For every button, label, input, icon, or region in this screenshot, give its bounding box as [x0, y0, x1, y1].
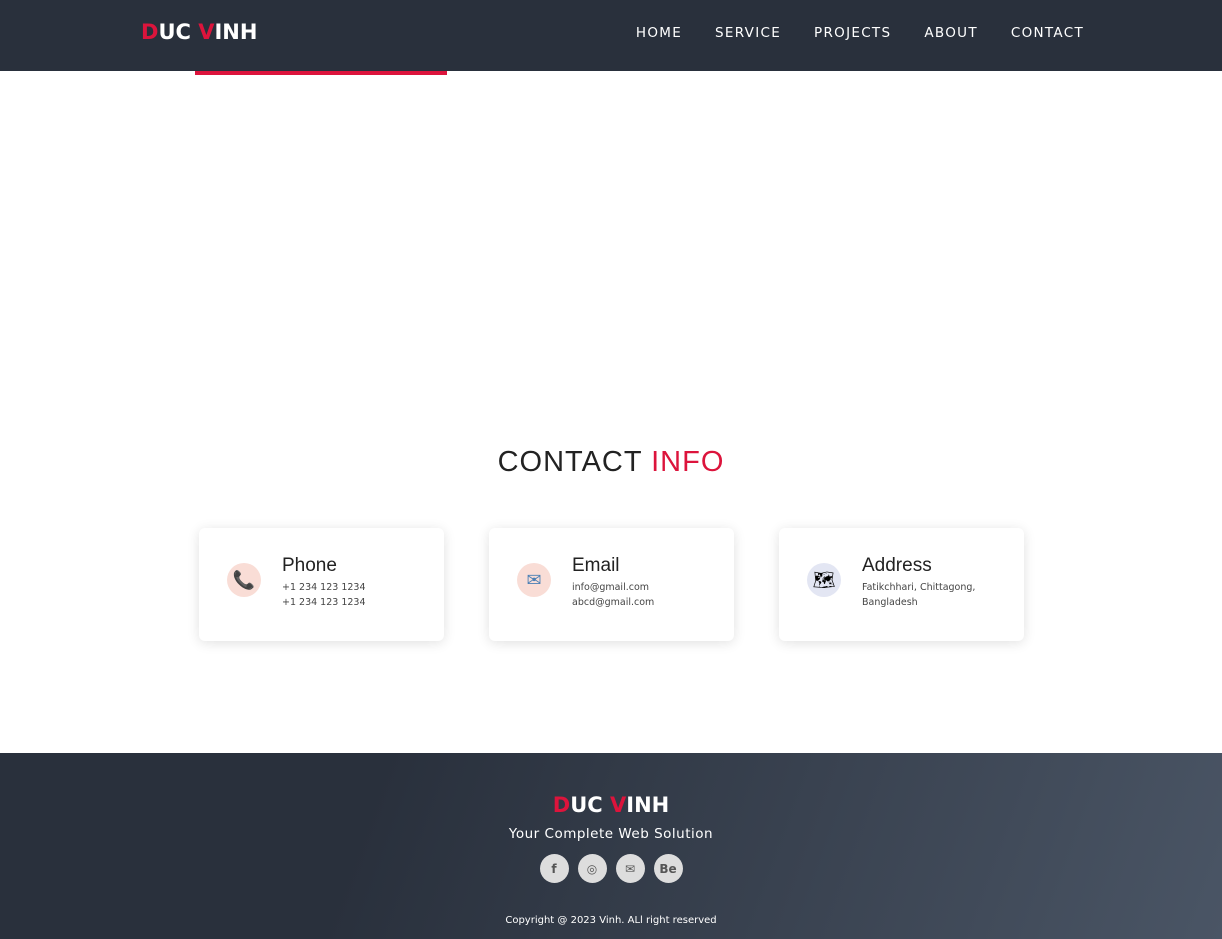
nav-service[interactable]: SERVICE — [715, 25, 781, 41]
nav-contact[interactable]: CONTACT — [1011, 25, 1084, 41]
copyright: Copyright @ 2023 Vinh. ALl right reserve… — [505, 915, 717, 926]
card-line[interactable]: abcd@gmail.com — [572, 595, 654, 610]
envelope-icon: ✉ — [517, 563, 551, 597]
address-card: 🗺 Address Fatikchhari, Chittagong, Banglad… — [779, 528, 1024, 641]
card-title: Address — [862, 555, 932, 576]
tagline: Your Complete Web Solution — [508, 826, 714, 842]
facebook-icon[interactable]: f — [539, 854, 569, 883]
card-line: Fatikchhari, Chittagong, — [862, 582, 976, 593]
behance-icon[interactable]: Be — [653, 854, 683, 883]
logo-initial: V — [609, 793, 627, 817]
map-icon: 🗺 — [807, 563, 841, 597]
section-title: CONTACT INFO — [0, 446, 1222, 479]
nav-home[interactable]: HOME — [636, 25, 682, 41]
logo-text: INH — [626, 793, 670, 817]
nav-about[interactable]: ABOUT — [924, 25, 978, 41]
card-title: Email — [572, 555, 620, 576]
mail-icon[interactable]: ✉ — [615, 854, 645, 883]
nav-projects[interactable]: PROJECTS — [814, 25, 891, 41]
email-card: ✉ Email info@gmail.com abcd@gmail.com — [489, 528, 734, 641]
instagram-icon[interactable]: ◎ — [577, 854, 607, 883]
social-links: f ◎ ✉ Be — [0, 854, 1222, 883]
footer-logo: DUC VINH — [0, 793, 1222, 817]
card-line[interactable]: info@gmail.com — [572, 580, 654, 595]
navbar: DUC VINH HOME SERVICE PROJECTS ABOUT CON… — [0, 0, 1222, 71]
logo-initial: D — [141, 20, 159, 44]
logo-text: INH — [214, 20, 258, 44]
logo-initial: D — [552, 793, 571, 817]
title-main: CONTACT — [497, 446, 652, 478]
title-accent: INFO — [651, 446, 725, 478]
logo-initial: V — [198, 20, 215, 44]
logo[interactable]: DUC VINH — [141, 20, 257, 44]
card-title: Phone — [282, 555, 337, 576]
footer: DUC VINH Your Complete Web Solution f ◎ … — [0, 753, 1222, 939]
card-line: +1 234 123 1234 — [282, 582, 366, 593]
phone-card: 📞 Phone +1 234 123 1234 +1 234 123 1234 — [199, 528, 444, 641]
logo-text: UC — [158, 20, 199, 44]
card-line: Bangladesh — [862, 597, 918, 608]
phone-icon: 📞 — [227, 563, 261, 597]
card-line: +1 234 123 1234 — [282, 597, 366, 608]
logo-text: UC — [570, 793, 610, 817]
accent-bar — [195, 71, 447, 75]
nav-menu: HOME SERVICE PROJECTS ABOUT CONTACT — [636, 25, 1084, 41]
